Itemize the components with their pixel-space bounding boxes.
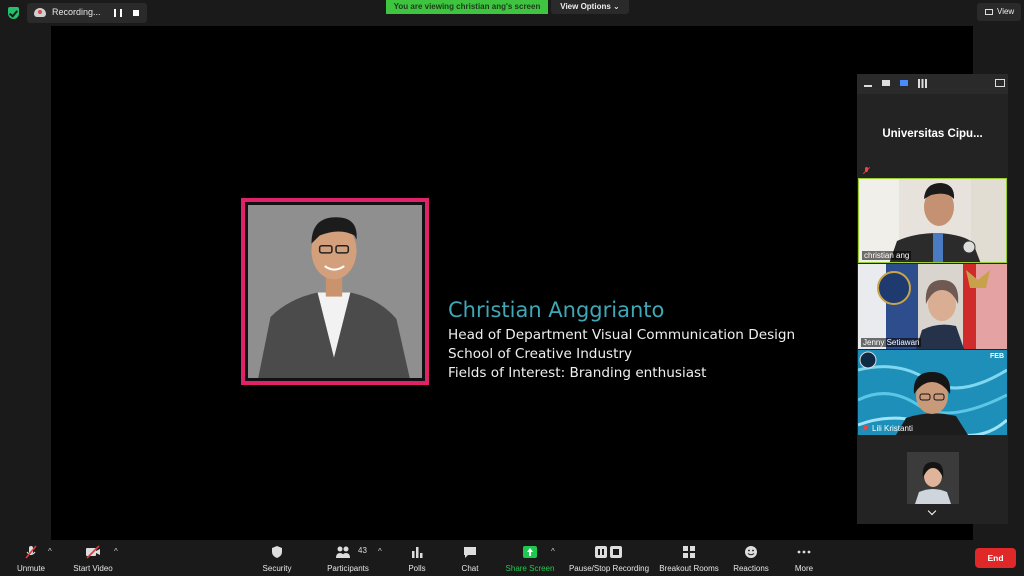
security-shield-icon — [272, 546, 282, 558]
pause-stop-recording-icon — [595, 546, 622, 558]
chat-bubble-icon — [464, 547, 476, 558]
participants-count: 43 — [358, 546, 367, 555]
pause-stop-recording-label: Pause/Stop Recording — [568, 564, 650, 573]
reactions-smiley-icon — [745, 546, 757, 558]
participant-name-row: Lili Kristanti — [862, 424, 913, 433]
shared-screen: Christian Anggrianto Head of Department … — [51, 26, 973, 540]
breakout-rooms-button[interactable]: Breakout Rooms — [656, 540, 722, 576]
participant-name: Jenny Setiawan — [861, 338, 922, 347]
view-button[interactable]: View — [977, 3, 1021, 21]
muted-mic-icon — [862, 424, 869, 433]
view-options-button[interactable]: View Options ⌄ — [551, 0, 629, 14]
participant-org-tag: FEB — [990, 353, 1004, 360]
start-video-button[interactable]: Start Video — [68, 540, 118, 576]
participants-label: Participants — [327, 564, 369, 573]
top-bar: Recording... You are viewing christian a… — [0, 0, 1024, 26]
pause-stop-recording-button[interactable]: Pause/Stop Recording — [566, 540, 652, 576]
polls-label: Polls — [408, 564, 426, 573]
participants-icon — [336, 546, 350, 558]
view-options-label: View Options — [560, 2, 611, 11]
slide-line-title: Head of Department Visual Communication … — [448, 327, 796, 343]
participants-caret-icon[interactable]: ^ — [378, 547, 382, 556]
reactions-label: Reactions — [733, 564, 769, 573]
muted-mic-icon — [863, 167, 870, 175]
video-options-caret-icon[interactable]: ^ — [114, 547, 118, 556]
slide-line-school: School of Creative Industry — [448, 346, 633, 362]
unmute-button[interactable]: Unmute — [8, 540, 54, 576]
more-dots-icon — [797, 550, 811, 554]
slide-speaker-name: Christian Anggrianto — [448, 298, 665, 322]
participant-thumbnail-image — [907, 452, 959, 504]
participant-video-panel: Universitas Cipu... christian ang Jenny … — [857, 74, 1008, 524]
security-button[interactable]: Security — [257, 540, 297, 576]
chat-button[interactable]: Chat — [453, 540, 487, 576]
chat-label: Chat — [461, 564, 479, 573]
share-screen-label: Share Screen — [505, 564, 555, 573]
participants-button[interactable]: 43 Participants — [322, 540, 374, 576]
participant-name: christian ang — [862, 251, 912, 260]
breakout-rooms-icon — [683, 546, 695, 558]
reactions-button[interactable]: Reactions — [730, 540, 772, 576]
start-video-label: Start Video — [73, 564, 113, 573]
gallery-grid-icon[interactable] — [918, 79, 927, 88]
minimize-icon[interactable] — [864, 85, 872, 87]
share-screen-button[interactable]: Share Screen — [502, 540, 558, 576]
speaker-photo-frame — [241, 198, 429, 385]
muted-microphone-icon — [25, 545, 37, 559]
share-options-caret-icon[interactable]: ^ — [551, 547, 555, 556]
exit-panel-icon[interactable] — [995, 79, 1005, 87]
participant-name: Lili Kristanti — [872, 424, 913, 433]
polls-button[interactable]: Polls — [400, 540, 434, 576]
chevron-down-icon: ⌄ — [613, 2, 620, 11]
speaker-portrait-image — [248, 205, 422, 378]
participant-video-jenny — [858, 264, 1007, 349]
audio-options-caret-icon[interactable]: ^ — [48, 547, 52, 556]
end-meeting-button[interactable]: End — [975, 548, 1016, 568]
polls-bar-icon — [412, 547, 423, 558]
speaker-view-icon[interactable] — [900, 80, 908, 86]
recording-indicator: Recording... — [27, 3, 147, 23]
single-video-icon[interactable] — [882, 80, 890, 86]
panel-toolbar — [857, 74, 1008, 94]
breakout-rooms-label: Breakout Rooms — [659, 564, 719, 573]
encryption-shield-icon[interactable] — [8, 7, 19, 19]
more-button[interactable]: More — [786, 540, 822, 576]
view-grid-icon — [985, 9, 993, 15]
participant-thumbnail[interactable] — [907, 452, 959, 504]
participant-tile[interactable]: FEB Lili Kristanti — [858, 350, 1007, 435]
scroll-down-chevron-icon[interactable] — [927, 506, 937, 516]
meeting-toolbar: Unmute ^ Start Video ^ Security 43 Parti… — [0, 540, 1024, 576]
video-off-icon — [86, 545, 100, 559]
meeting-host-title: Universitas Cipu... — [882, 128, 983, 140]
participant-tile[interactable]: Jenny Setiawan — [858, 264, 1007, 349]
unmute-label: Unmute — [16, 564, 45, 573]
security-label: Security — [262, 564, 292, 573]
speaker-photo — [248, 205, 422, 378]
share-screen-icon — [523, 546, 537, 558]
participant-tile[interactable]: christian ang — [858, 178, 1007, 263]
recording-label: Recording... — [52, 7, 101, 17]
cloud-recording-icon — [34, 8, 46, 17]
viewing-screen-banner: You are viewing christian ang's screen — [386, 0, 548, 14]
view-label: View — [997, 7, 1015, 16]
slide-line-interest: Fields of Interest: Branding enthusiast — [448, 365, 707, 381]
participant-video-lili — [858, 350, 1007, 435]
pause-recording-icon[interactable] — [114, 9, 122, 17]
more-label: More — [794, 564, 814, 573]
stop-recording-icon[interactable] — [133, 10, 139, 16]
